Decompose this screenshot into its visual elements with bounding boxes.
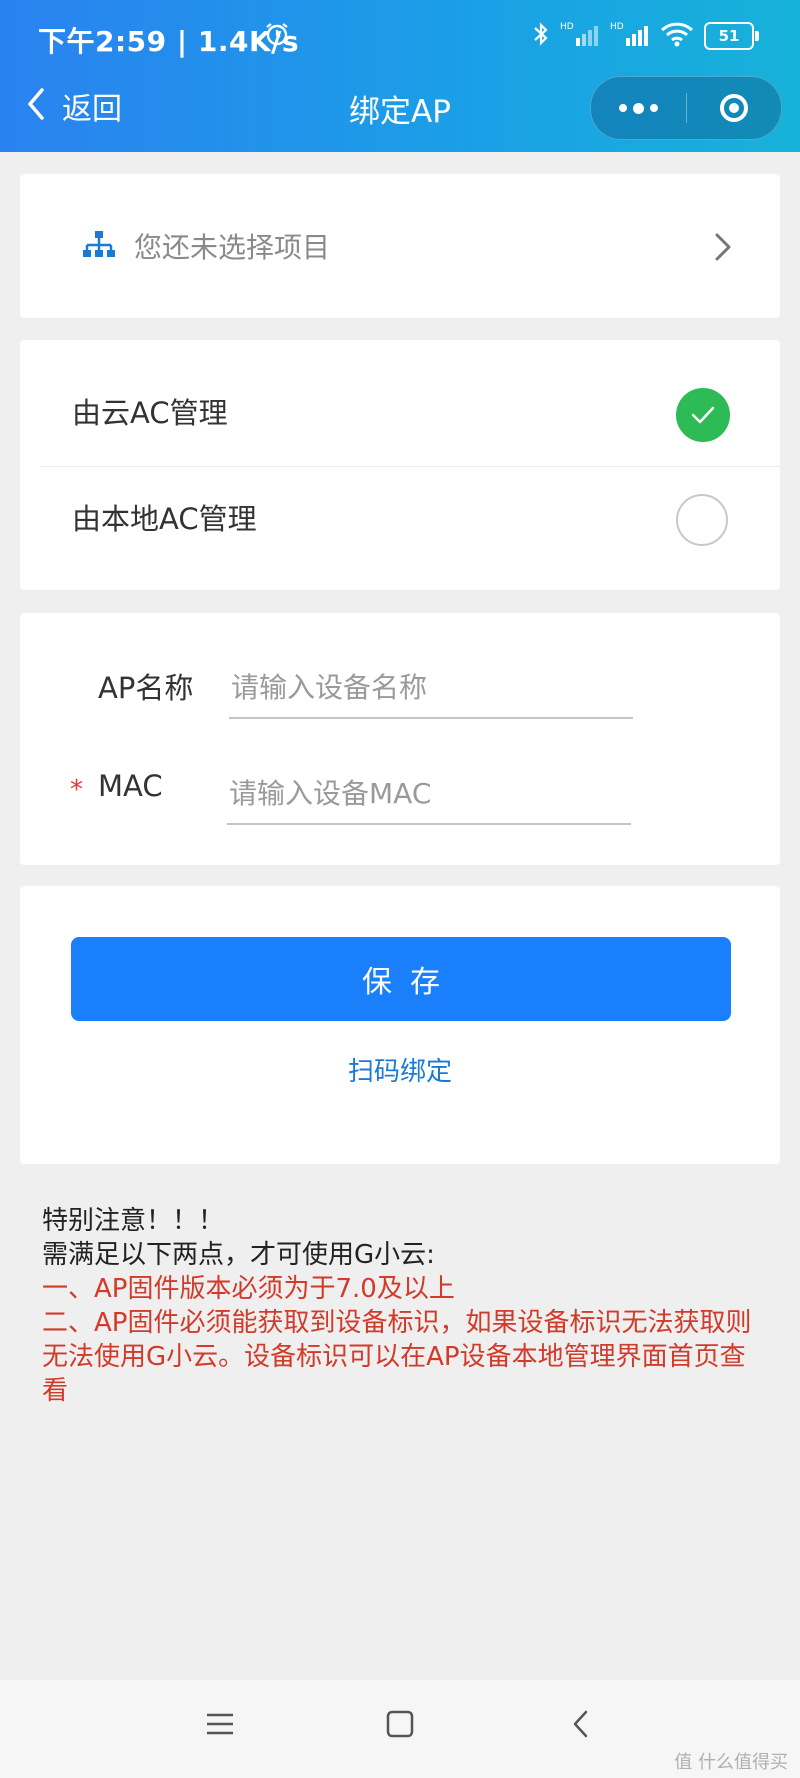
notice-point-1: 一、AP固件版本必须为于7.0及以上 (42, 1274, 455, 1304)
status-time: 下午2:59 | 1.4K/s (38, 25, 300, 58)
signal-hd-icon: HD (560, 20, 600, 52)
watermark: 值 什么值得买 (674, 1752, 788, 1773)
ap-name-input[interactable] (229, 665, 633, 719)
required-mark: * (70, 775, 83, 805)
option-local-ac[interactable]: 由本地AC管理 (20, 448, 780, 554)
home-square-icon[interactable] (384, 1708, 416, 1744)
ap-name-label: AP名称 (98, 671, 194, 705)
bluetooth-icon (532, 20, 550, 52)
svg-text:HD: HD (560, 22, 574, 32)
battery-icon: 51 (704, 22, 759, 50)
save-button[interactable]: 保存 (71, 937, 731, 1021)
mini-program-capsule (590, 76, 782, 140)
signal-hd-icon-2: HD (610, 20, 650, 52)
device-form: AP名称 * MAC (20, 613, 780, 865)
svg-text:HD: HD (610, 22, 624, 32)
notice-point-2: 二、AP固件必须能获取到设备标识，如果设备标识无法获取则无法使用G小云。设备标识… (42, 1308, 752, 1406)
top-bar: 下午2:59 | 1.4K/s HD HD 51 返回 绑定AP (0, 0, 800, 152)
scan-bind-link[interactable]: 扫码绑定 (20, 1051, 780, 1088)
project-selector[interactable]: 您还未选择项目 (20, 174, 780, 318)
target-close-icon (720, 94, 748, 122)
system-back-icon[interactable] (570, 1708, 592, 1744)
close-button[interactable] (687, 77, 781, 139)
notice-text: 特别注意！！！ 需满足以下两点，才可使用G小云: 一、AP固件版本必须为于7.0… (42, 1204, 762, 1408)
notice-title: 特别注意！！！ (42, 1206, 225, 1236)
project-placeholder: 您还未选择项目 (134, 231, 331, 264)
status-icons: HD HD 51 (532, 20, 759, 52)
option-cloud-ac[interactable]: 由云AC管理 (20, 340, 780, 446)
unchecked-icon (676, 494, 728, 546)
mac-input[interactable] (227, 771, 631, 825)
mac-label: MAC (98, 769, 163, 803)
wifi-icon (660, 20, 694, 52)
actions-card: 保存 扫码绑定 (20, 886, 780, 1164)
more-button[interactable] (591, 77, 686, 139)
notice-intro: 需满足以下两点，才可使用G小云: (42, 1240, 435, 1270)
alarm-clock-icon (264, 21, 290, 51)
project-card: 您还未选择项目 (20, 174, 780, 318)
more-dot-icon (619, 104, 627, 112)
more-dot-icon (633, 102, 644, 114)
org-chart-icon (82, 230, 116, 266)
more-dot-icon (650, 104, 658, 112)
menu-icon[interactable] (204, 1708, 236, 1744)
option-label: 由云AC管理 (72, 396, 228, 430)
chevron-right-icon (714, 232, 732, 266)
option-label: 由本地AC管理 (72, 502, 257, 536)
checked-icon (676, 388, 730, 442)
management-card: 由云AC管理 由本地AC管理 (20, 340, 780, 590)
